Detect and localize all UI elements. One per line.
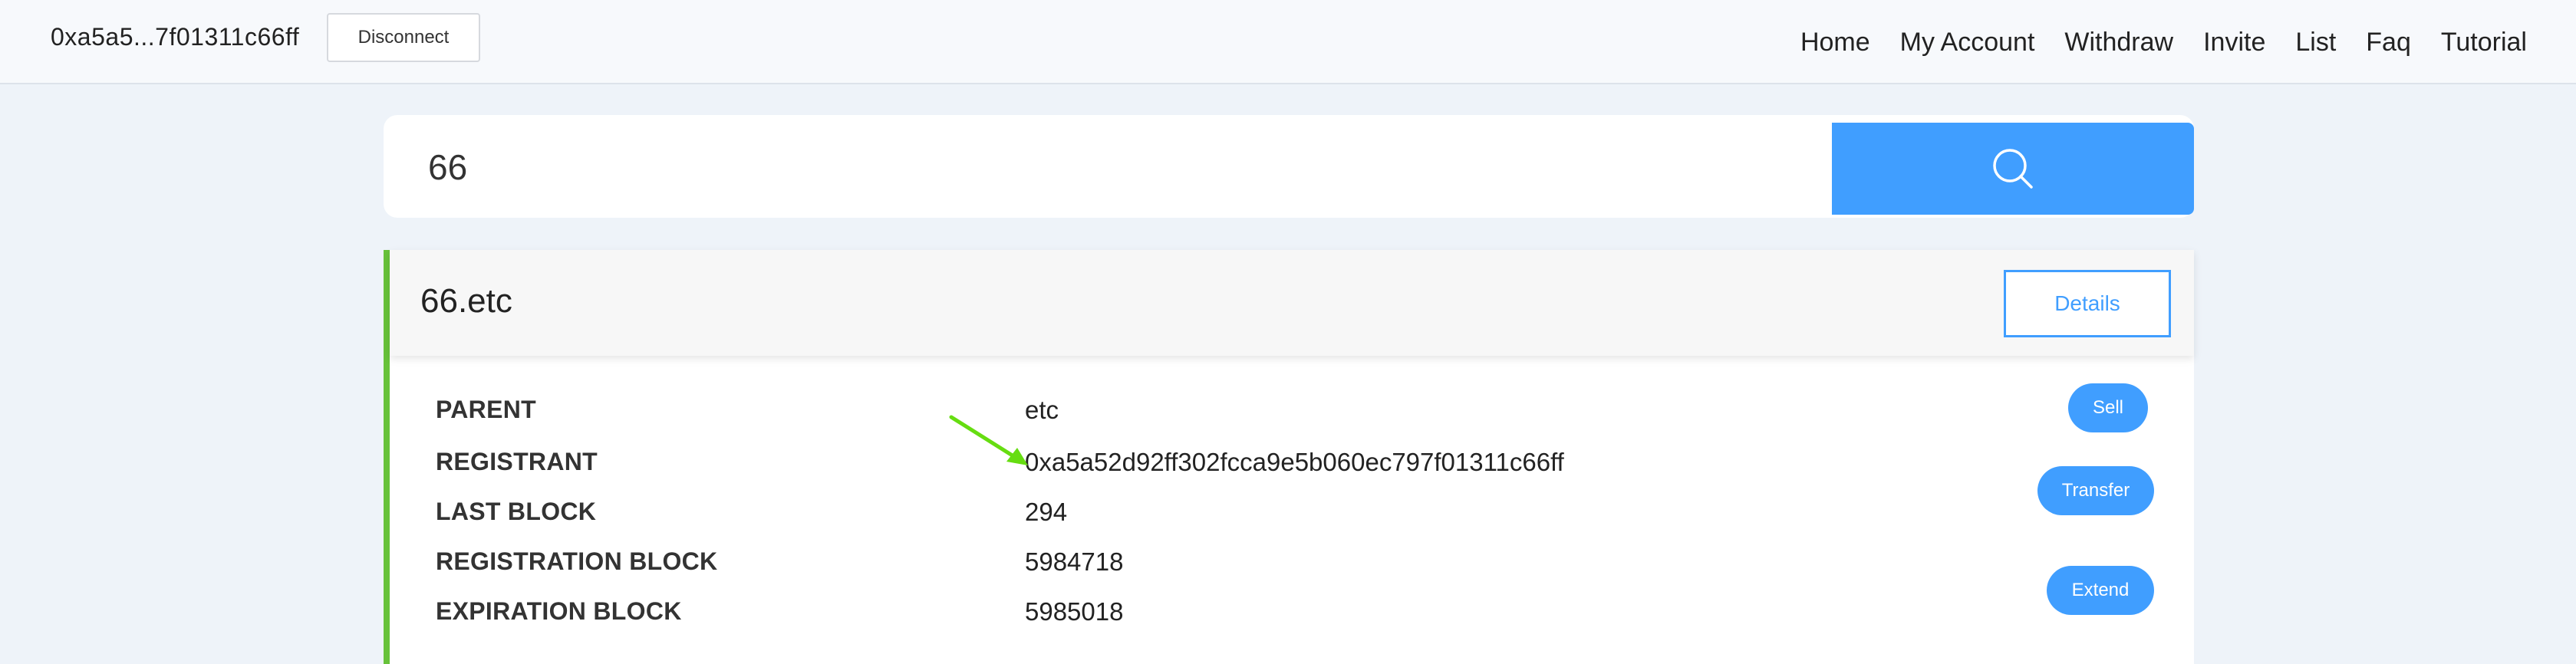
sell-button[interactable]: Sell — [2068, 383, 2148, 432]
search-input[interactable] — [428, 136, 1809, 198]
domain-name: 66.etc — [420, 282, 512, 320]
registration-block-label: REGISTRATION BLOCK — [436, 547, 718, 575]
top-bar: 0xa5a5...7f01311c66ff Disconnect Home My… — [0, 0, 2576, 84]
transfer-button[interactable]: Transfer — [2037, 466, 2154, 515]
nav-list[interactable]: List — [2295, 28, 2336, 58]
last-block-value: 294 — [1025, 498, 1068, 526]
nav-tutorial[interactable]: Tutorial — [2441, 28, 2527, 58]
registration-block-value: 5984718 — [1025, 547, 1124, 576]
nav-faq[interactable]: Faq — [2366, 28, 2411, 58]
main-nav: Home My Account Withdraw Invite List Faq… — [1800, 28, 2527, 58]
disconnect-button[interactable]: Disconnect — [327, 13, 480, 62]
registrant-value: 0xa5a52d92ff302fcca9e5b060ec797f01311c66… — [1025, 448, 1564, 476]
parent-label: PARENT — [436, 396, 536, 423]
details-button[interactable]: Details — [2004, 270, 2171, 337]
search-icon — [1993, 149, 2033, 189]
extend-button[interactable]: Extend — [2047, 566, 2154, 615]
nav-my-account[interactable]: My Account — [1900, 28, 2035, 58]
expiration-block-label: EXPIRATION BLOCK — [436, 597, 682, 625]
card-header: 66.etc Details — [390, 250, 2194, 356]
expiration-block-value: 5985018 — [1025, 597, 1124, 626]
registrant-label: REGISTRANT — [436, 448, 598, 475]
search-button[interactable] — [1832, 123, 2194, 215]
parent-value: etc — [1025, 396, 1059, 424]
domain-result-card: 66.etc Details PARENT etc REGISTRANT 0xa… — [384, 250, 2194, 664]
nav-withdraw[interactable]: Withdraw — [2064, 28, 2173, 58]
nav-home[interactable]: Home — [1800, 28, 1870, 58]
last-block-label: LAST BLOCK — [436, 498, 597, 525]
nav-invite[interactable]: Invite — [2203, 28, 2265, 58]
wallet-address: 0xa5a5...7f01311c66ff — [51, 23, 300, 51]
